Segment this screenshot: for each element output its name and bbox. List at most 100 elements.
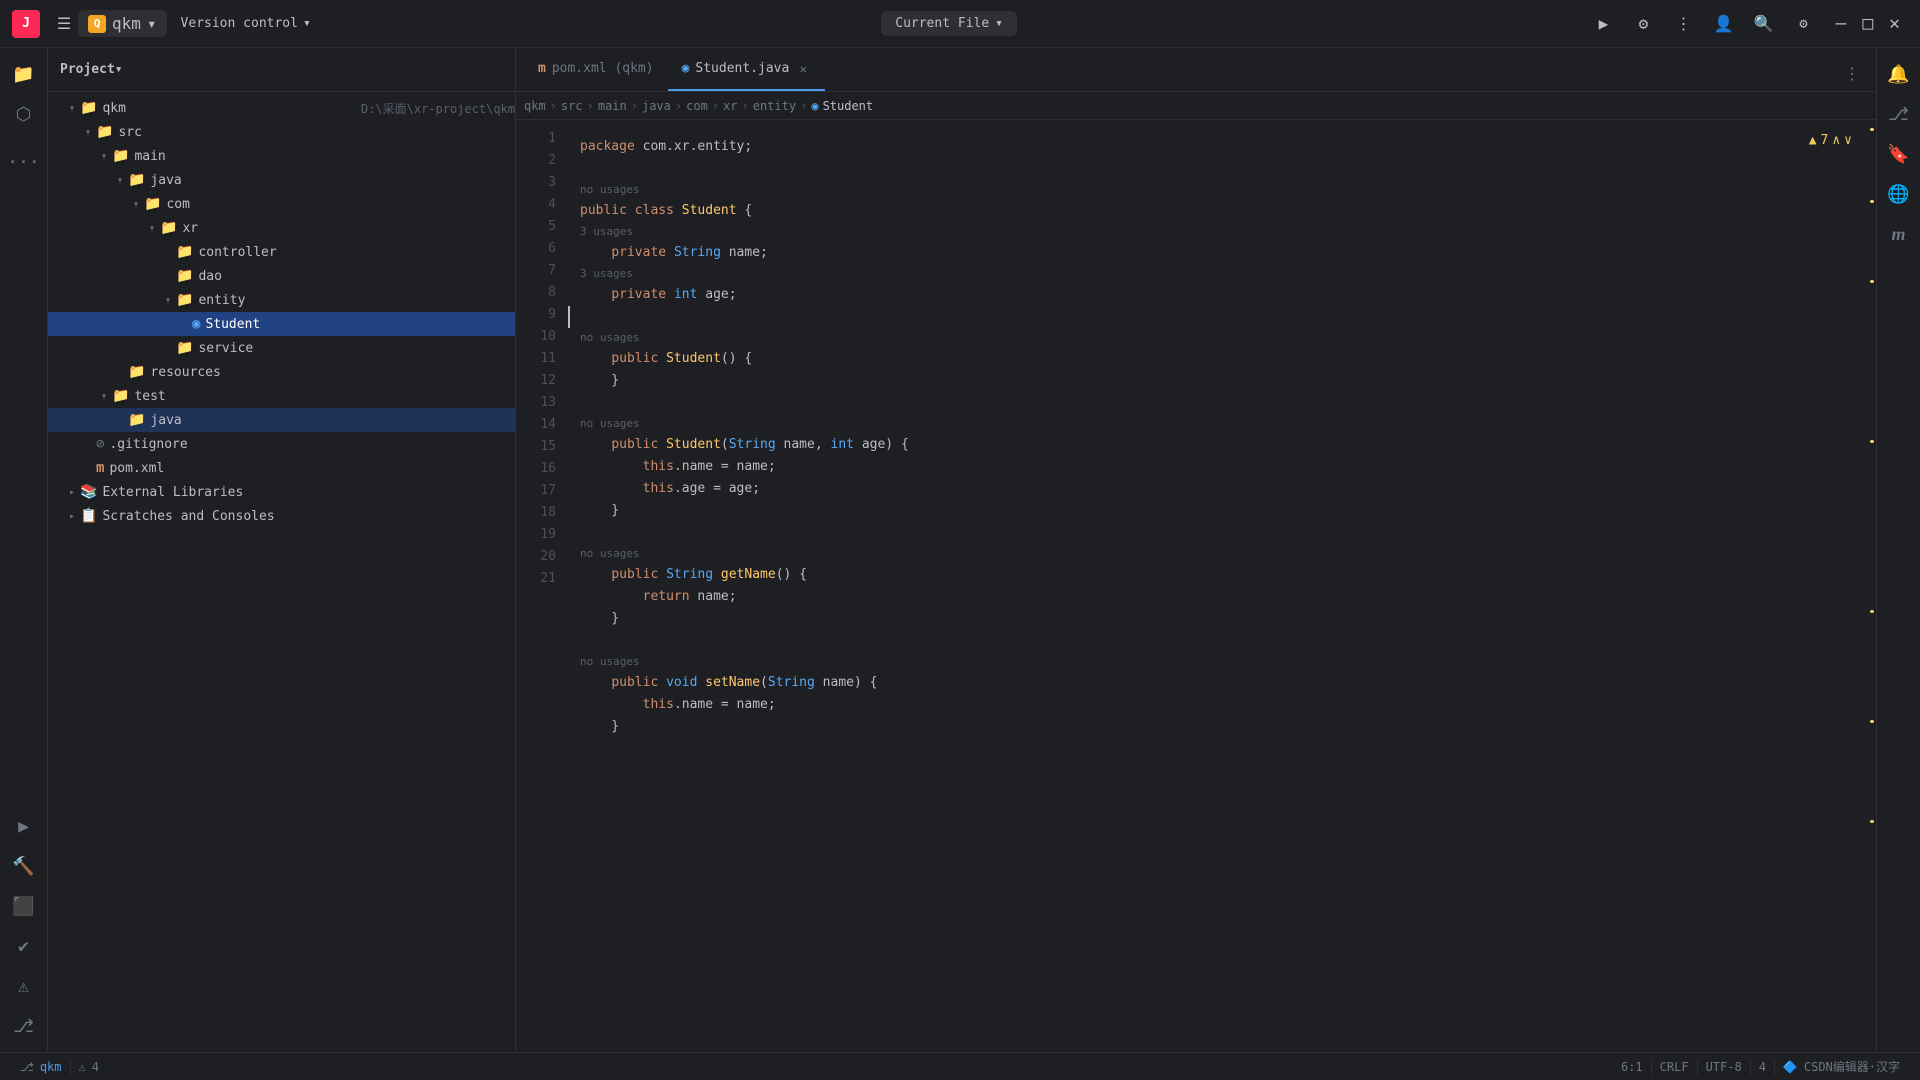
code-line-4[interactable]: private String name; <box>568 242 1862 264</box>
search-icon: 🔍 <box>1754 14 1774 33</box>
bc-sep-2: › <box>587 99 594 113</box>
code-line-6[interactable] <box>568 306 1862 328</box>
tree-item-pom[interactable]: ▸ m pom.xml <box>48 456 515 480</box>
tree-item-qkm[interactable]: ▾ 📁 qkm D:\采面\xr-project\qkm <box>48 96 515 120</box>
bc-qkm[interactable]: qkm <box>524 99 546 113</box>
warning-nav-up[interactable]: ∧ <box>1832 130 1840 152</box>
right-sidebar-bookmarks[interactable]: 🔖 <box>1881 136 1917 172</box>
code-content-17: } <box>568 608 619 630</box>
right-sidebar-notifications[interactable]: 🔔 <box>1881 56 1917 92</box>
code-line-8[interactable]: } <box>568 370 1862 392</box>
tree-item-test-java[interactable]: ▸ 📁 java <box>48 408 515 432</box>
csdn-label: CSDN编辑器·汉字 <box>1804 1058 1900 1075</box>
right-gutter <box>1862 120 1876 1052</box>
code-line-2[interactable] <box>568 158 1862 180</box>
code-line-10[interactable]: public Student(String name, int age) { <box>568 434 1862 456</box>
panel-header-chevron-icon[interactable]: ▾ <box>115 62 123 77</box>
minimize-button[interactable]: — <box>1827 13 1854 34</box>
tree-item-scratches[interactable]: ▸ 📋 Scratches and Consoles <box>48 504 515 528</box>
status-position[interactable]: 6:1 <box>1613 1060 1651 1074</box>
code-area[interactable]: package com.xr.entity; no usagespublic c… <box>568 120 1862 1052</box>
close-button[interactable]: ✕ <box>1881 13 1908 34</box>
code-line-9[interactable] <box>568 392 1862 414</box>
account-button[interactable]: 👤 <box>1707 8 1739 40</box>
code-line-18[interactable] <box>568 630 1862 652</box>
sidebar-item-structure[interactable]: ⬡ <box>6 96 42 132</box>
more-button[interactable]: ⋮ <box>1667 8 1699 40</box>
sidebar-item-run[interactable]: ▶ <box>6 808 42 844</box>
code-line-5[interactable]: private int age; <box>568 284 1862 306</box>
search-button[interactable]: 🔍 <box>1747 8 1779 40</box>
debug-button[interactable]: ⚙ <box>1627 8 1659 40</box>
tree-item-gitignore[interactable]: ▸ ⊘ .gitignore <box>48 432 515 456</box>
code-line-19[interactable]: public void setName(String name) { <box>568 672 1862 694</box>
tree-item-student[interactable]: ▸ ◉ Student <box>48 312 515 336</box>
tab-pom[interactable]: m pom.xml (qkm) <box>524 48 668 91</box>
code-line-1[interactable]: package com.xr.entity; <box>568 136 1862 158</box>
menu-button[interactable]: ☰ <box>50 10 78 38</box>
tree-item-java[interactable]: ▾ 📁 java <box>48 168 515 192</box>
tree-item-xr[interactable]: ▾ 📁 xr <box>48 216 515 240</box>
right-sidebar-maven[interactable]: m <box>1881 216 1917 252</box>
sidebar-item-todo[interactable]: ✔ <box>6 928 42 964</box>
code-line-21[interactable]: } <box>568 716 1862 738</box>
code-line-12[interactable]: this.age = age; <box>568 478 1862 500</box>
code-line-16[interactable]: return name; <box>568 586 1862 608</box>
bc-java[interactable]: java <box>642 99 671 113</box>
folder-icon-entity: 📁 <box>176 292 193 308</box>
code-line-13[interactable]: } <box>568 500 1862 522</box>
tree-item-controller[interactable]: ▸ 📁 controller <box>48 240 515 264</box>
bc-student[interactable]: ◉ Student <box>811 99 873 113</box>
tree-item-src[interactable]: ▾ 📁 src <box>48 120 515 144</box>
bc-src[interactable]: src <box>561 99 583 113</box>
bc-xr[interactable]: xr <box>723 99 737 113</box>
maximize-button[interactable]: □ <box>1854 13 1881 34</box>
code-line-3[interactable]: public class Student { <box>568 200 1862 222</box>
sidebar-item-more[interactable]: ··· <box>6 144 42 180</box>
tree-item-main[interactable]: ▾ 📁 main <box>48 144 515 168</box>
sidebar-item-problems[interactable]: ⚠ <box>6 968 42 1004</box>
warning-nav-down[interactable]: ∨ <box>1844 130 1852 152</box>
sidebar-item-git[interactable]: ⎇ <box>6 1008 42 1044</box>
tree-item-entity[interactable]: ▾ 📁 entity <box>48 288 515 312</box>
status-indent[interactable]: 4 <box>1751 1060 1774 1074</box>
sidebar-item-build[interactable]: 🔨 <box>6 848 42 884</box>
bc-com[interactable]: com <box>686 99 708 113</box>
code-line-7[interactable]: public Student() { <box>568 348 1862 370</box>
tree-item-com[interactable]: ▾ 📁 com <box>48 192 515 216</box>
sidebar-item-project[interactable]: 📁 <box>6 56 42 92</box>
code-line-11[interactable]: this.name = name; <box>568 456 1862 478</box>
settings-button[interactable]: ⚙ <box>1787 8 1819 40</box>
right-sidebar-web[interactable]: 🌐 <box>1881 176 1917 212</box>
sidebar-item-terminal[interactable]: ⬛ <box>6 888 42 924</box>
project-selector[interactable]: Q qkm ▾ <box>78 10 167 37</box>
tree-item-dao[interactable]: ▸ 📁 dao <box>48 264 515 288</box>
terminal-icon: ⬛ <box>12 896 34 917</box>
status-csdn[interactable]: 🔷 CSDN编辑器·汉字 <box>1775 1058 1908 1075</box>
status-branch[interactable]: ⎇ qkm <box>12 1060 70 1074</box>
run-button[interactable]: ▶ <box>1587 8 1619 40</box>
status-warnings[interactable]: ⚠ 4 <box>71 1060 107 1074</box>
code-line-17[interactable]: } <box>568 608 1862 630</box>
status-encoding[interactable]: UTF-8 <box>1698 1060 1750 1074</box>
tree-item-resources[interactable]: ▸ 📁 resources <box>48 360 515 384</box>
tree-item-ext-libs[interactable]: ▸ 📚 External Libraries <box>48 480 515 504</box>
vcs-selector[interactable]: Version control ▾ <box>181 16 311 31</box>
code-line-15[interactable]: public String getName() { <box>568 564 1862 586</box>
folder-icon-controller: 📁 <box>176 244 193 260</box>
current-file-selector[interactable]: Current File ▾ <box>881 11 1017 36</box>
folder-icon-resources: 📁 <box>128 364 145 380</box>
status-line-sep[interactable]: CRLF <box>1652 1060 1697 1074</box>
bc-entity[interactable]: entity <box>753 99 796 113</box>
code-line-20[interactable]: this.name = name; <box>568 694 1862 716</box>
tree-item-service[interactable]: ▸ 📁 service <box>48 336 515 360</box>
folder-icon-qkm: 📁 <box>80 100 97 116</box>
tab-student[interactable]: ◉ Student.java ✕ <box>668 48 826 91</box>
bc-main[interactable]: main <box>598 99 627 113</box>
tab-close-student[interactable]: ✕ <box>795 61 811 77</box>
warning-badge[interactable]: ▲ 7 ∧ ∨ <box>1809 130 1852 152</box>
tree-item-test[interactable]: ▾ 📁 test <box>48 384 515 408</box>
code-line-14[interactable] <box>568 522 1862 544</box>
tabs-more-button[interactable]: ⋮ <box>1836 56 1868 91</box>
right-sidebar-vcs[interactable]: ⎇ <box>1881 96 1917 132</box>
